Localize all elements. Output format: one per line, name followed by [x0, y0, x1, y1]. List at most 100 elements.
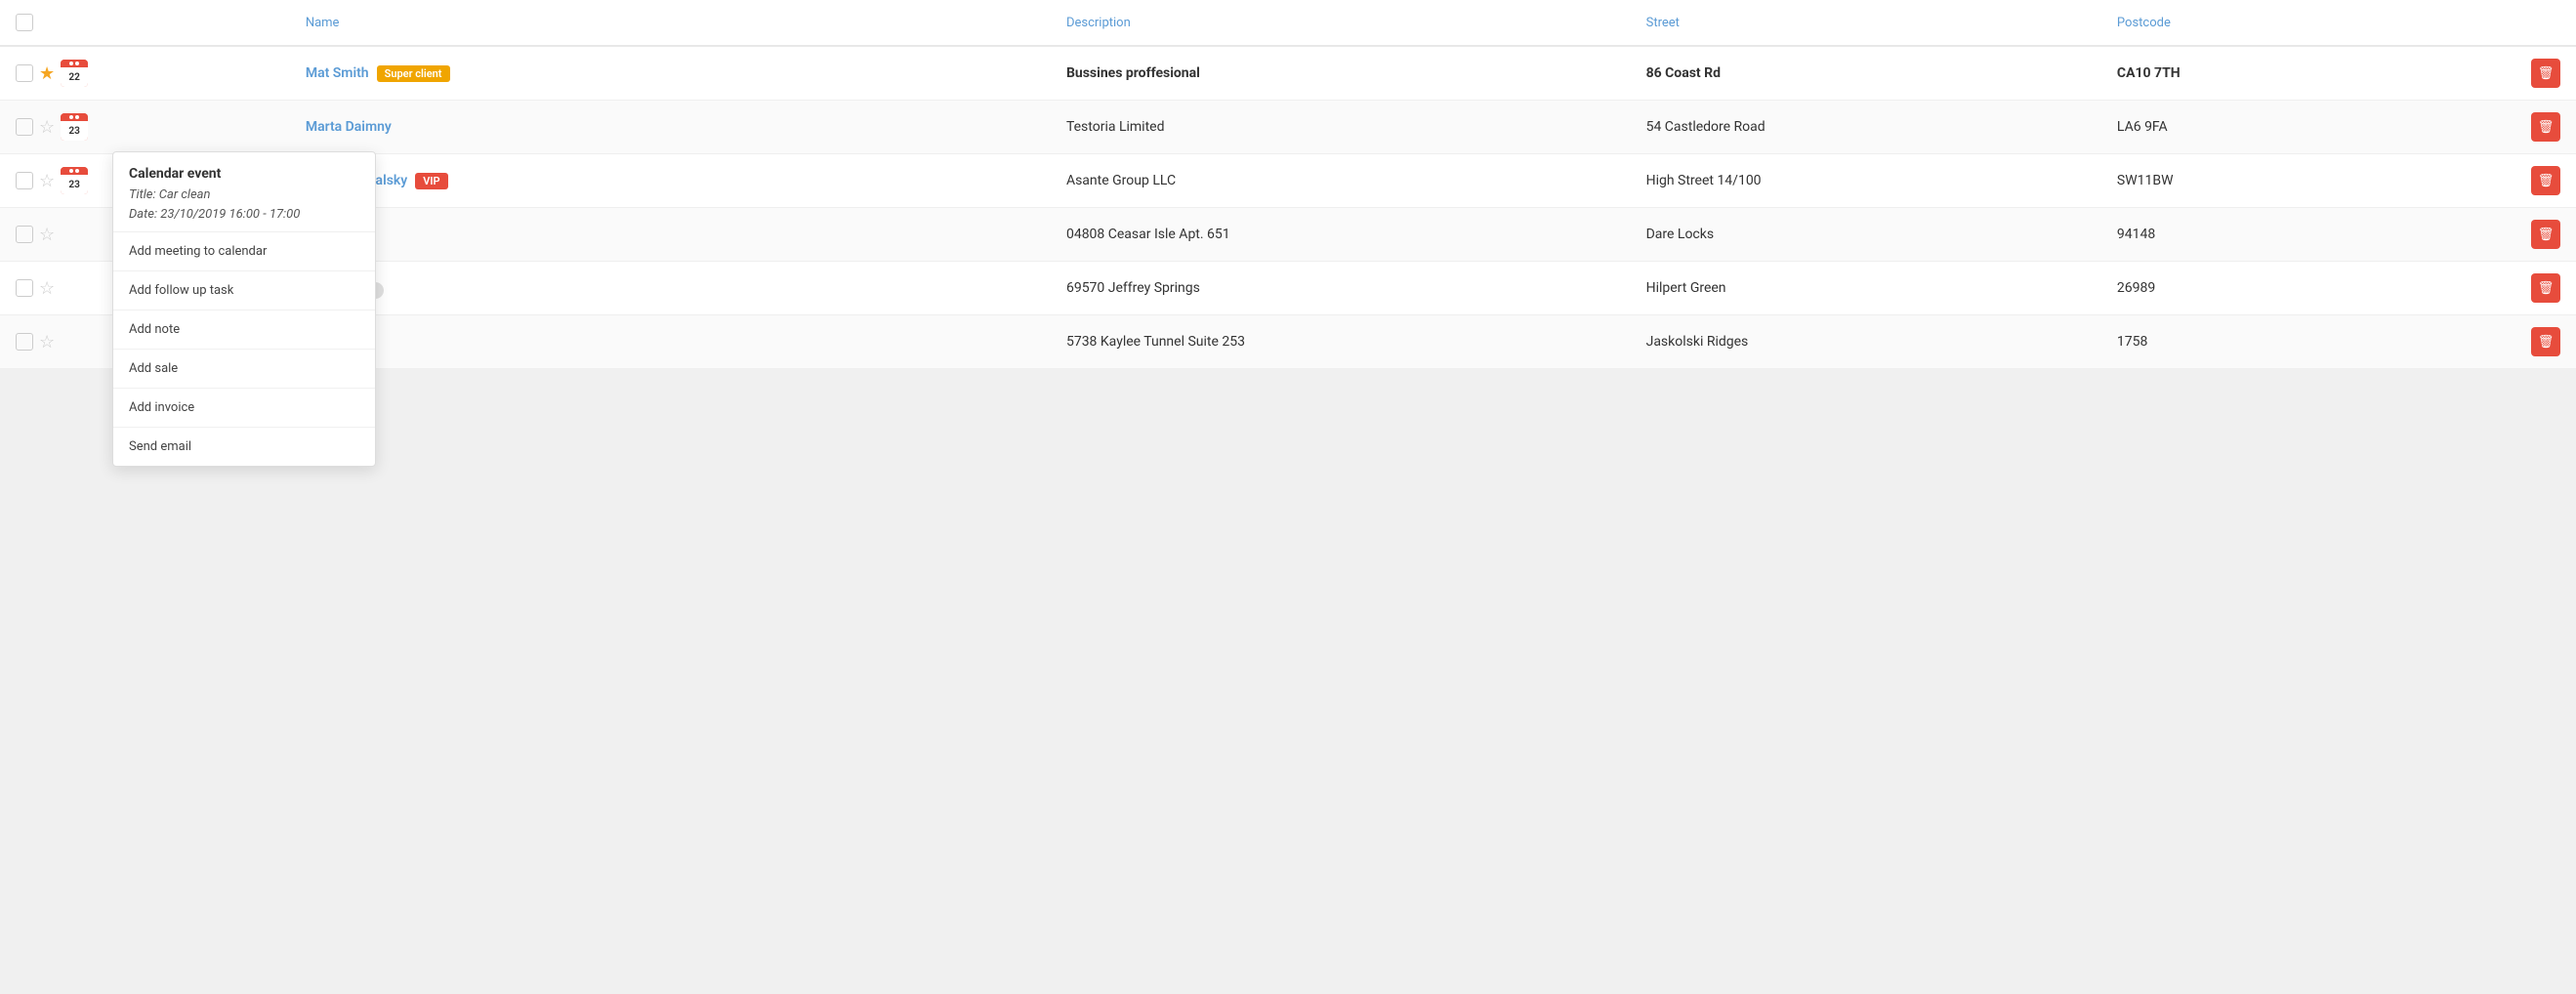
row-description-cell: Bussines proffesional: [1051, 46, 1631, 101]
popup-title-value: Car clean: [159, 187, 211, 202]
row-action-cell: 🗑: [2464, 101, 2576, 154]
row-name-cell: Martin KowalskyVIP: [290, 154, 1051, 208]
row-street-cell: High Street 14/100: [1631, 154, 2101, 208]
name-cell-wrapper: Marta Daimny: [306, 119, 1035, 135]
header-street: Street: [1631, 0, 2101, 46]
star-icon[interactable]: ☆: [39, 117, 55, 138]
star-icon[interactable]: ☆: [39, 171, 55, 191]
popup-event-date: Date: 23/10/2019 16:00 - 17:00: [129, 205, 359, 225]
calendar-icon[interactable]: 23: [61, 113, 88, 141]
popup-menu-item[interactable]: Add invoice: [113, 389, 375, 428]
row-name-cell: [290, 208, 1051, 262]
calendar-icon[interactable]: 23: [61, 167, 88, 194]
row-postcode-cell: 26989: [2101, 262, 2464, 315]
row-description-cell: 5738 Kaylee Tunnel Suite 253: [1051, 315, 1631, 369]
table-row: ☆ 23 Martin KowalskyVIP Asante Group LLCH…: [0, 154, 2576, 208]
popup-event-title: Calendar event: [129, 166, 359, 182]
header-postcode: Postcode: [2101, 0, 2464, 46]
contacts-table: Name Description Street Postcode ★ 22: [0, 0, 2576, 369]
table-row: ☆ 23 Marta Daimny Testoria Limited54 Cast…: [0, 101, 2576, 154]
row-checkbox[interactable]: [16, 279, 33, 297]
popup-header: Calendar event Title: Car clean Date: 23…: [113, 152, 375, 232]
table-row: ☆ 04808 Ceasar Isle Apt. 651Dare Locks941…: [0, 208, 2576, 262]
row-name-cell: Marta Daimny: [290, 101, 1051, 154]
row-controls: ★ 22: [16, 60, 133, 87]
row-description-cell: Asante Group LLC: [1051, 154, 1631, 208]
star-icon[interactable]: ★: [39, 63, 55, 84]
contact-badge: Super client: [377, 65, 450, 82]
row-checkbox[interactable]: [16, 118, 33, 136]
row-action-cell: 🗑: [2464, 208, 2576, 262]
delete-button[interactable]: 🗑: [2531, 59, 2560, 88]
row-postcode-cell: 1758: [2101, 315, 2464, 369]
row-description-cell: Testoria Limited: [1051, 101, 1631, 154]
contacts-table-container: Name Description Street Postcode ★ 22: [0, 0, 2576, 369]
table-row: ☆ 5738 Kaylee Tunnel Suite 253Jaskolski R…: [0, 315, 2576, 369]
row-action-cell: 🗑: [2464, 46, 2576, 101]
popup-event-car-title: Title: Car clean: [129, 186, 359, 205]
select-all-checkbox[interactable]: [16, 14, 33, 31]
row-checkbox[interactable]: [16, 172, 33, 189]
calendar-icon[interactable]: 22: [61, 60, 88, 87]
popup-menu: Add meeting to calendarAdd follow up tas…: [113, 232, 375, 466]
row-postcode-cell: LA6 9FA: [2101, 101, 2464, 154]
row-postcode-cell: 94148: [2101, 208, 2464, 262]
row-postcode-cell: CA10 7TH: [2101, 46, 2464, 101]
contact-name-link[interactable]: Mat Smith: [306, 65, 369, 81]
row-street-cell: 86 Coast Rd: [1631, 46, 2101, 101]
delete-button[interactable]: 🗑: [2531, 112, 2560, 142]
calendar-placeholder: [61, 274, 88, 302]
row-name-cell: [290, 315, 1051, 369]
row-name-cell: Mat Smith Super client: [290, 46, 1051, 101]
popup-title-label: Title:: [129, 187, 156, 202]
popup-menu-item[interactable]: Add sale: [113, 350, 375, 389]
name-cell-wrapper: Martin KowalskyVIP: [306, 173, 1035, 189]
name-cell-wrapper: Mat Smith Super client: [306, 65, 1035, 82]
star-icon[interactable]: ☆: [39, 225, 55, 245]
contact-name-link[interactable]: Marta Daimny: [306, 119, 392, 135]
row-action-cell: 🗑: [2464, 262, 2576, 315]
row-description-cell: 69570 Jeffrey Springs: [1051, 262, 1631, 315]
row-street-cell: Dare Locks: [1631, 208, 2101, 262]
star-icon[interactable]: ☆: [39, 332, 55, 352]
popup-date-label: Date:: [129, 207, 157, 222]
row-postcode-cell: SW11BW: [2101, 154, 2464, 208]
header-name: Name: [290, 0, 1051, 46]
popup-menu-item[interactable]: Send email: [113, 428, 375, 466]
row-name-cell: tag2tag3: [290, 262, 1051, 315]
popup-container: Calendar event Title: Car clean Date: 23…: [112, 151, 376, 467]
row-action-cell: 🗑: [2464, 154, 2576, 208]
popup-menu-item[interactable]: Add follow up task: [113, 271, 375, 311]
row-controls-cell: ★ 22: [0, 46, 290, 101]
delete-button[interactable]: 🗑: [2531, 220, 2560, 249]
page-footer: [0, 369, 2576, 525]
header-description: Description: [1051, 0, 1631, 46]
contact-badge: VIP: [415, 173, 447, 189]
table-header-row: Name Description Street Postcode: [0, 0, 2576, 46]
row-checkbox[interactable]: [16, 64, 33, 82]
header-check[interactable]: [0, 0, 290, 46]
table-row: ☆ tag2tag3 69570 Jeffrey SpringsHilpert Gr…: [0, 262, 2576, 315]
header-action: [2464, 0, 2576, 46]
popup-menu-item[interactable]: Add meeting to calendar: [113, 232, 375, 271]
star-icon[interactable]: ☆: [39, 278, 55, 299]
tags-container: tag2tag3: [306, 282, 1035, 299]
delete-button[interactable]: 🗑: [2531, 327, 2560, 356]
popup-date-value: 23/10/2019 16:00 - 17:00: [160, 207, 300, 222]
row-checkbox[interactable]: [16, 333, 33, 351]
row-controls-cell: ☆ 23: [0, 101, 290, 154]
row-street-cell: Jaskolski Ridges: [1631, 315, 2101, 369]
row-street-cell: 54 Castledore Road: [1631, 101, 2101, 154]
row-action-cell: 🗑: [2464, 315, 2576, 369]
delete-button[interactable]: 🗑: [2531, 166, 2560, 195]
table-row: ★ 22 Mat Smith Super client Bussines proff…: [0, 46, 2576, 101]
row-street-cell: Hilpert Green: [1631, 262, 2101, 315]
row-checkbox[interactable]: [16, 226, 33, 243]
calendar-placeholder: [61, 221, 88, 248]
calendar-popup: Calendar event Title: Car clean Date: 23…: [112, 151, 376, 467]
calendar-placeholder: [61, 328, 88, 355]
row-description-cell: 04808 Ceasar Isle Apt. 651: [1051, 208, 1631, 262]
popup-menu-item[interactable]: Add note: [113, 311, 375, 350]
delete-button[interactable]: 🗑: [2531, 273, 2560, 303]
row-controls: ☆ 23: [16, 113, 133, 141]
